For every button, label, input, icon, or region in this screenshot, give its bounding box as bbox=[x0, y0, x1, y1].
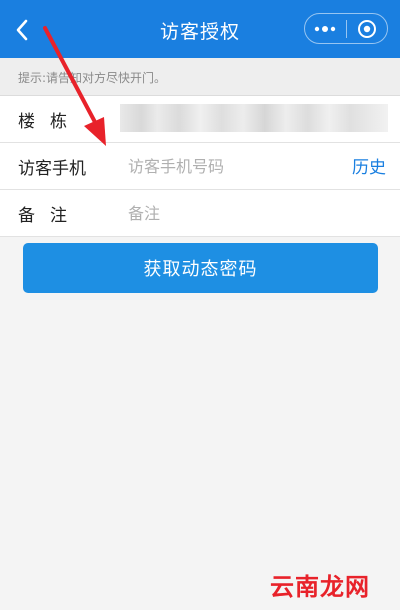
more-dots-icon bbox=[315, 25, 336, 32]
back-button[interactable] bbox=[6, 14, 38, 46]
visitor-phone-input[interactable] bbox=[126, 149, 340, 183]
watermark-logo: 云南龙网 bbox=[270, 573, 370, 601]
get-dynamic-password-button[interactable]: 获取动态密码 bbox=[23, 243, 378, 293]
visitor-phone-label: 访客手机 bbox=[18, 159, 86, 179]
visitor-form: 楼栋 访客手机 历史 备注 bbox=[0, 96, 400, 237]
chevron-left-icon bbox=[16, 19, 28, 41]
visitor-phone-row: 访客手机 历史 bbox=[0, 143, 400, 190]
page-title: 访客授权 bbox=[159, 20, 240, 43]
more-button[interactable] bbox=[305, 14, 346, 43]
close-button[interactable] bbox=[347, 14, 388, 43]
hint-bar: 提示:请告知对方尽快开门。 bbox=[0, 58, 400, 96]
remark-row: 备注 bbox=[0, 190, 400, 237]
remark-label: 备注 bbox=[18, 206, 82, 226]
building-row: 楼栋 bbox=[0, 96, 400, 143]
nav-bar: 访客授权 bbox=[0, 0, 400, 58]
remark-input[interactable] bbox=[126, 196, 340, 230]
building-value-obscured[interactable] bbox=[120, 104, 388, 132]
mini-program-capsule bbox=[304, 13, 388, 44]
hint-text: 提示:请告知对方尽快开门。 bbox=[18, 71, 167, 85]
target-circle-icon bbox=[357, 19, 376, 38]
history-link[interactable]: 历史 bbox=[352, 153, 386, 178]
building-label: 楼栋 bbox=[18, 112, 82, 132]
